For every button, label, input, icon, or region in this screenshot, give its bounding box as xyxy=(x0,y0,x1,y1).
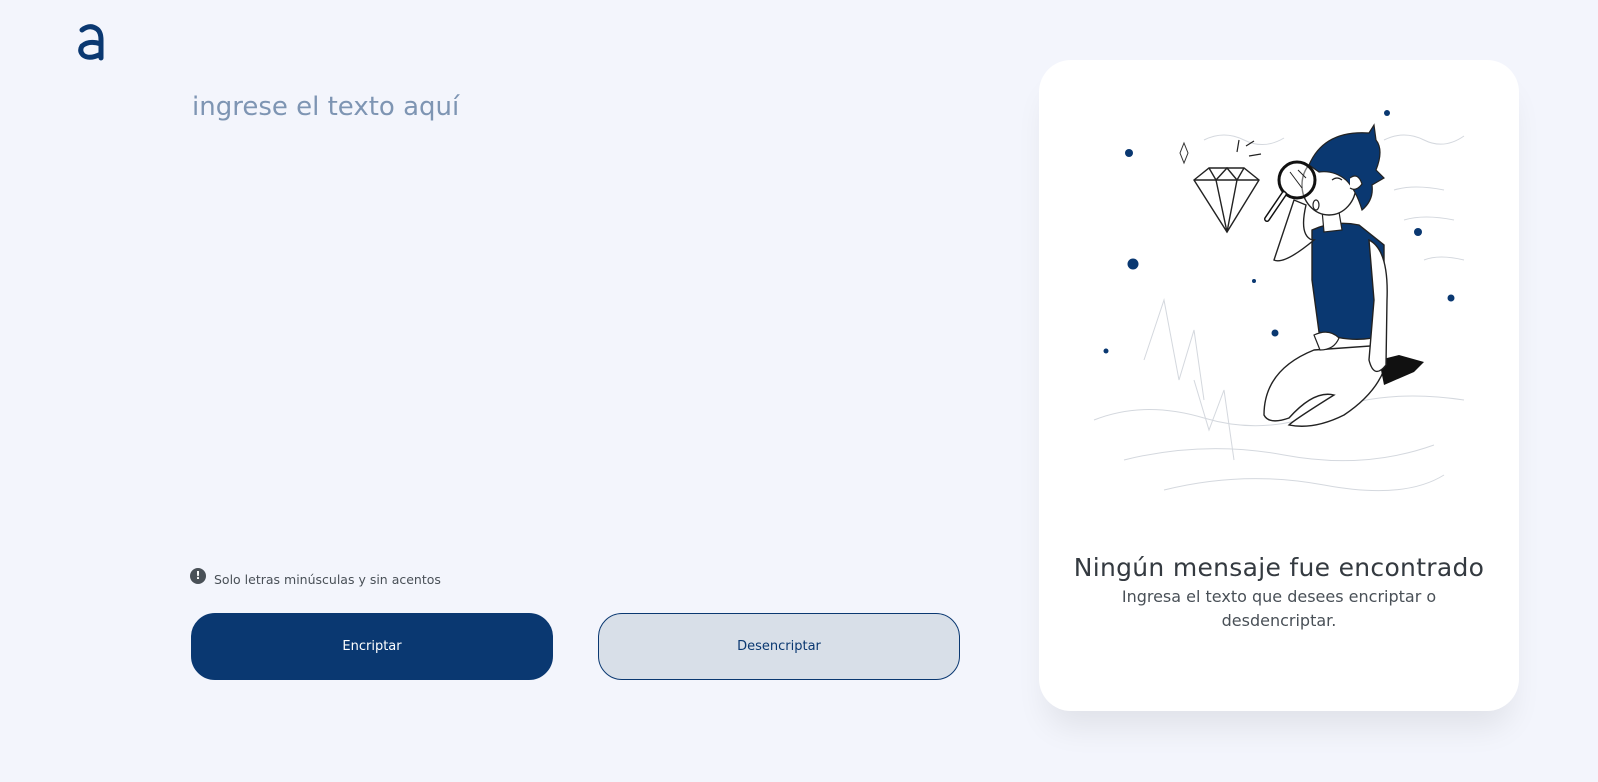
output-panel: Ningún mensaje fue encontrado Ingresa el… xyxy=(1039,60,1519,711)
output-subtitle: Ingresa el texto que desees encriptar o … xyxy=(1121,587,1437,630)
exclamation-circle-icon: ! xyxy=(190,567,206,584)
encrypt-button[interactable]: Encriptar xyxy=(191,613,553,680)
input-hint: ! Solo letras minúsculas y sin acentos xyxy=(190,567,441,587)
output-title: Ningún mensaje fue encontrado xyxy=(1073,553,1485,582)
person-with-magnifying-glass-illustration xyxy=(1093,110,1465,492)
text-input[interactable] xyxy=(192,92,952,522)
decrypt-button[interactable]: Desencriptar xyxy=(598,613,960,680)
alura-logo-icon[interactable] xyxy=(76,22,104,62)
hint-text: Solo letras minúsculas y sin acentos xyxy=(214,572,441,587)
